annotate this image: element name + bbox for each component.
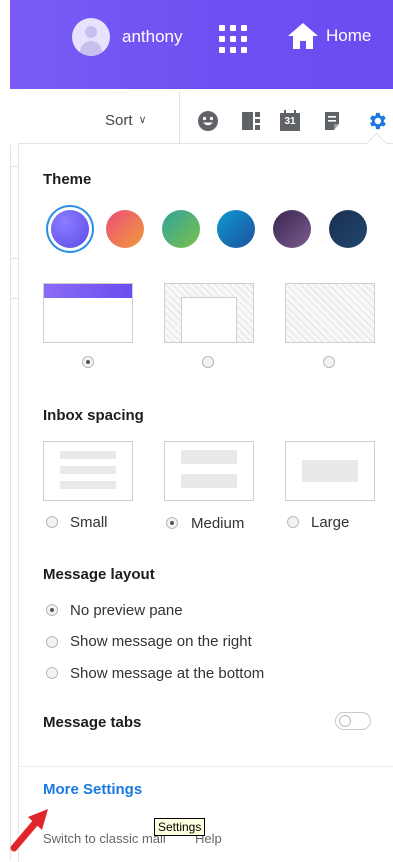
settings-tooltip: Settings bbox=[154, 818, 206, 836]
layout-radio-no-preview[interactable] bbox=[46, 604, 58, 616]
notepad-icon[interactable] bbox=[322, 110, 344, 132]
layout-label-no-preview: No preview pane bbox=[70, 602, 183, 619]
home-label: Home bbox=[326, 26, 372, 45]
red-arrow-icon bbox=[10, 809, 48, 852]
more-settings-link[interactable]: More Settings bbox=[43, 781, 142, 798]
contacts-icon[interactable] bbox=[240, 110, 262, 132]
settings-panel bbox=[18, 143, 393, 862]
spacing-label-small: Small bbox=[70, 514, 108, 531]
spacing-preview-medium[interactable] bbox=[164, 441, 254, 501]
sort-label: Sort bbox=[105, 112, 133, 129]
theme-swatch-sunset[interactable] bbox=[106, 210, 144, 248]
calendar-day: 31 bbox=[284, 116, 296, 127]
user-name: anthony bbox=[122, 27, 183, 46]
layout-label-bottom: Show message at the bottom bbox=[70, 665, 265, 682]
spacing-label-medium: Medium bbox=[191, 515, 245, 532]
layout-radio-bottom[interactable] bbox=[46, 667, 58, 679]
message-tabs-heading: Message tabs bbox=[43, 714, 142, 731]
theme-style-radio-2[interactable] bbox=[202, 356, 214, 368]
layout-radio-right[interactable] bbox=[46, 636, 58, 648]
spacing-radio-small[interactable] bbox=[46, 516, 58, 528]
avatar-icon bbox=[72, 18, 110, 56]
user-profile[interactable]: anthony bbox=[72, 18, 183, 56]
theme-style-full[interactable] bbox=[285, 283, 375, 343]
theme-swatch-plum[interactable] bbox=[273, 210, 311, 248]
message-tabs-toggle[interactable] bbox=[335, 712, 371, 730]
chevron-down-icon: ∨ bbox=[138, 114, 147, 126]
message-layout-heading: Message layout bbox=[43, 566, 155, 583]
switch-classic-link[interactable]: Switch to classic mail bbox=[43, 831, 166, 846]
theme-swatch-green[interactable] bbox=[162, 210, 200, 248]
spacing-radio-large[interactable] bbox=[287, 516, 299, 528]
theme-style-header[interactable] bbox=[43, 283, 133, 343]
toolbar-divider bbox=[179, 92, 180, 146]
panel-divider bbox=[18, 766, 393, 767]
spacing-label-large: Large bbox=[311, 514, 350, 531]
sort-button[interactable]: Sort ∨ bbox=[105, 112, 147, 129]
theme-heading: Theme bbox=[43, 171, 92, 188]
apps-grid-icon[interactable] bbox=[219, 25, 251, 53]
left-divider bbox=[10, 89, 11, 861]
spacing-radio-medium[interactable] bbox=[166, 517, 178, 529]
theme-swatch-navy[interactable] bbox=[329, 210, 367, 248]
emoji-icon[interactable] bbox=[197, 110, 219, 132]
home-icon bbox=[288, 23, 318, 49]
theme-swatch-ocean[interactable] bbox=[217, 210, 255, 248]
spacing-preview-small[interactable] bbox=[43, 441, 133, 501]
inbox-spacing-heading: Inbox spacing bbox=[43, 407, 144, 424]
gear-icon[interactable] bbox=[366, 110, 388, 132]
layout-label-right: Show message on the right bbox=[70, 633, 252, 650]
theme-style-center[interactable] bbox=[164, 283, 254, 343]
theme-style-radio-1[interactable] bbox=[82, 356, 94, 368]
calendar-icon[interactable]: 31 bbox=[279, 110, 301, 132]
spacing-preview-large[interactable] bbox=[285, 441, 375, 501]
theme-swatch-purple[interactable] bbox=[51, 210, 89, 248]
home-link[interactable]: Home bbox=[287, 21, 371, 51]
theme-style-radio-3[interactable] bbox=[323, 356, 335, 368]
